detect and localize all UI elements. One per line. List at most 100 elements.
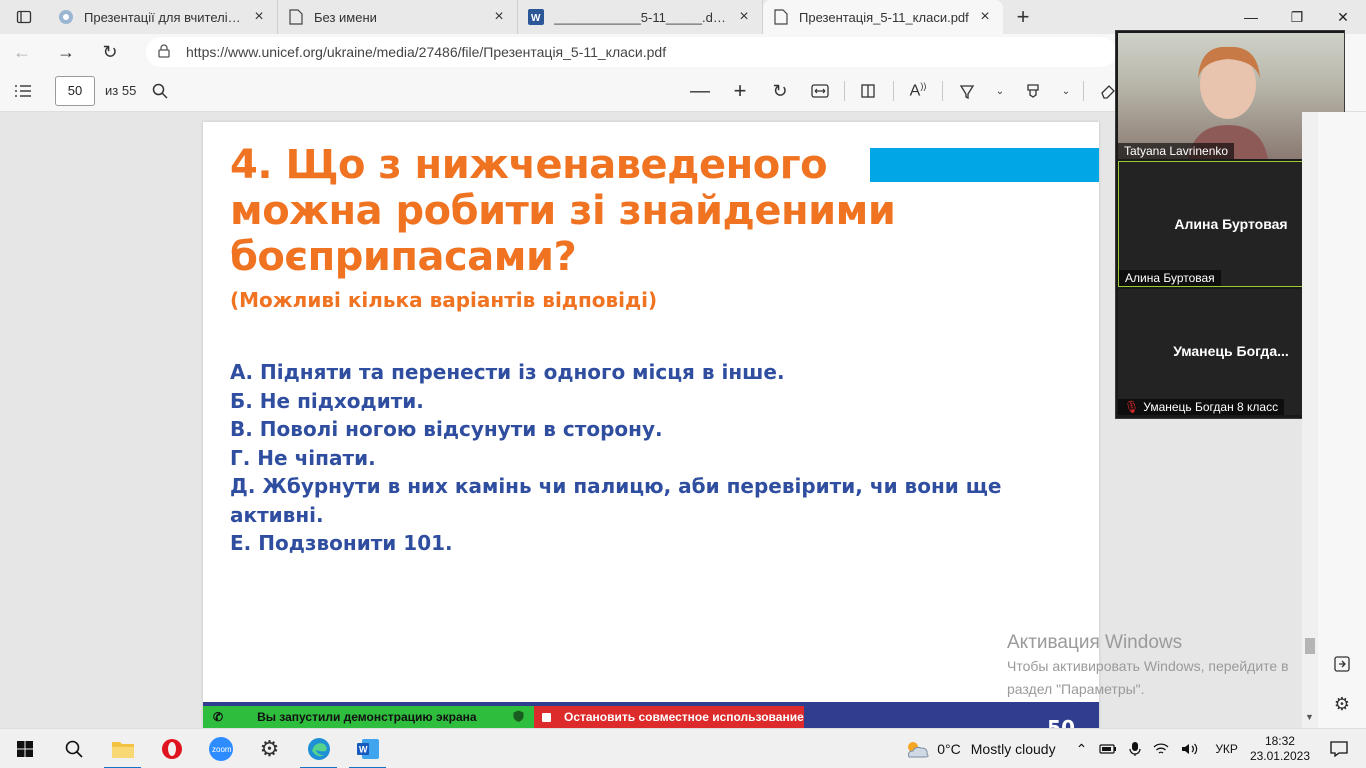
list-icon bbox=[15, 84, 31, 97]
microphone-icon[interactable] bbox=[1129, 741, 1141, 757]
close-icon[interactable]: × bbox=[251, 8, 267, 26]
zoom-icon: zoom bbox=[208, 736, 233, 761]
settings-app-button[interactable]: ⚙ bbox=[245, 729, 294, 768]
weather-temp: 0°C bbox=[937, 741, 961, 757]
url-field[interactable]: https://www.unicef.org/ukraine/media/274… bbox=[146, 37, 1116, 67]
pdf-scrollbar[interactable]: ▼ bbox=[1302, 112, 1318, 728]
opera-button[interactable] bbox=[147, 729, 196, 768]
tab-actions-icon bbox=[16, 10, 32, 24]
input-language[interactable]: УКР bbox=[1215, 742, 1238, 756]
fit-width-button[interactable] bbox=[800, 71, 840, 111]
arrow-right-icon: → bbox=[57, 41, 75, 62]
zoom-out-button[interactable]: — bbox=[680, 71, 720, 111]
highlight-options-button[interactable]: ⌄ bbox=[1053, 71, 1079, 111]
refresh-icon: ↻ bbox=[102, 41, 118, 62]
tab-pdf[interactable]: Презентація_5-11_класи.pdf × bbox=[763, 0, 1003, 34]
search-button[interactable] bbox=[140, 71, 180, 111]
sidebar-toggle-icon bbox=[1334, 656, 1350, 672]
tab-untitled[interactable]: Без имени × bbox=[278, 0, 518, 34]
scroll-thumb[interactable] bbox=[1305, 638, 1315, 654]
mic-muted-icon: 🎙 bbox=[1124, 400, 1140, 414]
weather-widget[interactable]: 0°C Mostly cloudy bbox=[903, 738, 1056, 760]
rotate-button[interactable]: ↻ bbox=[760, 71, 800, 111]
edge-sidebar: ⚙ bbox=[1318, 112, 1366, 728]
draw-options-button[interactable]: ⌄ bbox=[987, 71, 1013, 111]
folder-icon bbox=[111, 741, 134, 758]
pdf-page-icon bbox=[773, 9, 789, 25]
opera-icon bbox=[161, 738, 182, 759]
back-button[interactable]: ← bbox=[0, 34, 44, 70]
zoom-in-button[interactable]: + bbox=[720, 71, 760, 111]
chevron-up-icon[interactable]: ⌃ bbox=[1076, 741, 1088, 758]
read-aloud-button[interactable]: A)) bbox=[898, 71, 938, 111]
minimize-button[interactable]: — bbox=[1228, 0, 1274, 34]
share-status[interactable]: ✆ Вы запустили демонстрацию экрана bbox=[203, 706, 534, 728]
edge-button[interactable] bbox=[294, 729, 343, 768]
tab-actions-button[interactable] bbox=[0, 0, 48, 34]
edge-page-icon bbox=[58, 9, 74, 25]
page-icon bbox=[288, 9, 304, 25]
contents-button[interactable] bbox=[3, 71, 43, 111]
zoom-app-button[interactable]: zoom bbox=[196, 729, 245, 768]
answer-item: Д. Жбурнути в них камінь чи палицю, аби … bbox=[230, 474, 1002, 527]
participant-name: Уманець Богдан 8 класс bbox=[1143, 400, 1279, 414]
close-window-button[interactable]: ✕ bbox=[1320, 0, 1366, 34]
refresh-button[interactable]: ↻ bbox=[88, 34, 132, 70]
tab-title: Без имени bbox=[314, 9, 377, 25]
close-icon[interactable]: × bbox=[736, 8, 752, 26]
arrow-left-icon: ← bbox=[13, 41, 31, 62]
open-sidebar-button[interactable] bbox=[1330, 652, 1354, 676]
eraser-icon bbox=[1101, 85, 1115, 99]
word-icon: W bbox=[356, 738, 379, 759]
page-view-button[interactable] bbox=[849, 71, 889, 111]
tab-presentations[interactable]: Презентації для вчителів для пр × bbox=[48, 0, 278, 34]
word-app-button[interactable]: W bbox=[343, 729, 392, 768]
draw-button[interactable] bbox=[947, 71, 987, 111]
page-view-icon bbox=[861, 84, 875, 98]
notifications-icon[interactable] bbox=[1330, 741, 1348, 757]
page-number-input[interactable]: 50 bbox=[55, 75, 95, 106]
clock[interactable]: 18:32 23.01.2023 bbox=[1250, 734, 1310, 764]
fit-width-icon bbox=[811, 84, 829, 98]
windows-activation-watermark: Активация Windows Чтобы активировать Win… bbox=[1007, 632, 1289, 700]
system-tray: 0°C Mostly cloudy ⌃ УКР 18:32 23.01.2023 bbox=[903, 729, 1366, 768]
battery-icon[interactable] bbox=[1099, 743, 1117, 755]
weather-desc: Mostly cloudy bbox=[970, 741, 1056, 757]
taskbar-search[interactable] bbox=[49, 729, 98, 768]
gear-icon: ⚙ bbox=[1333, 693, 1351, 714]
file-explorer-button[interactable] bbox=[98, 729, 147, 768]
wifi-icon[interactable] bbox=[1153, 742, 1169, 756]
participant-name: Tatyana Lavrinenko bbox=[1118, 143, 1235, 159]
participant-video bbox=[1188, 46, 1268, 159]
new-tab-button[interactable]: + bbox=[1003, 0, 1043, 34]
answer-item: Е. Подзвонити 101. bbox=[230, 531, 453, 555]
scroll-down-icon[interactable]: ▼ bbox=[1305, 712, 1314, 722]
forward-button[interactable]: → bbox=[44, 34, 88, 70]
slide-subtitle: (Можливі кілька варіантів відповіді) bbox=[230, 288, 658, 312]
watermark-text: Чтобы активировать Windows, перейдите в bbox=[1007, 658, 1289, 674]
settings-button[interactable]: ⚙ bbox=[1330, 692, 1354, 716]
tab-title: Презентації для вчителів для пр bbox=[84, 9, 243, 25]
title-line: 4. Що з нижченаведеного bbox=[230, 142, 828, 188]
svg-text:W: W bbox=[531, 13, 541, 24]
read-aloud-icon: A)) bbox=[909, 81, 927, 100]
share-status-text: Вы запустили демонстрацию экрана bbox=[257, 710, 477, 724]
highlight-button[interactable] bbox=[1013, 71, 1053, 111]
tab-title: Презентація_5-11_класи.pdf bbox=[799, 9, 969, 25]
volume-icon[interactable] bbox=[1181, 742, 1199, 756]
plus-icon: + bbox=[733, 78, 747, 103]
clock-date: 23.01.2023 bbox=[1249, 749, 1310, 763]
phone-icon: ✆ bbox=[213, 710, 224, 724]
minus-icon: — bbox=[690, 79, 710, 102]
close-icon[interactable]: × bbox=[977, 8, 993, 26]
close-icon[interactable]: × bbox=[491, 8, 507, 26]
lock-icon bbox=[158, 43, 172, 61]
search-icon bbox=[153, 83, 168, 99]
maximize-button[interactable]: ❐ bbox=[1274, 0, 1320, 34]
stop-sharing-button[interactable]: Остановить совместное использование bbox=[534, 706, 804, 728]
rotate-icon: ↻ bbox=[772, 80, 788, 101]
start-button[interactable] bbox=[0, 729, 49, 768]
tab-docx[interactable]: W ____________5-11_____.docx × bbox=[518, 0, 763, 34]
title-line: боєприпасами? bbox=[230, 234, 577, 280]
answer-item: Б. Не підходити. bbox=[230, 388, 424, 413]
